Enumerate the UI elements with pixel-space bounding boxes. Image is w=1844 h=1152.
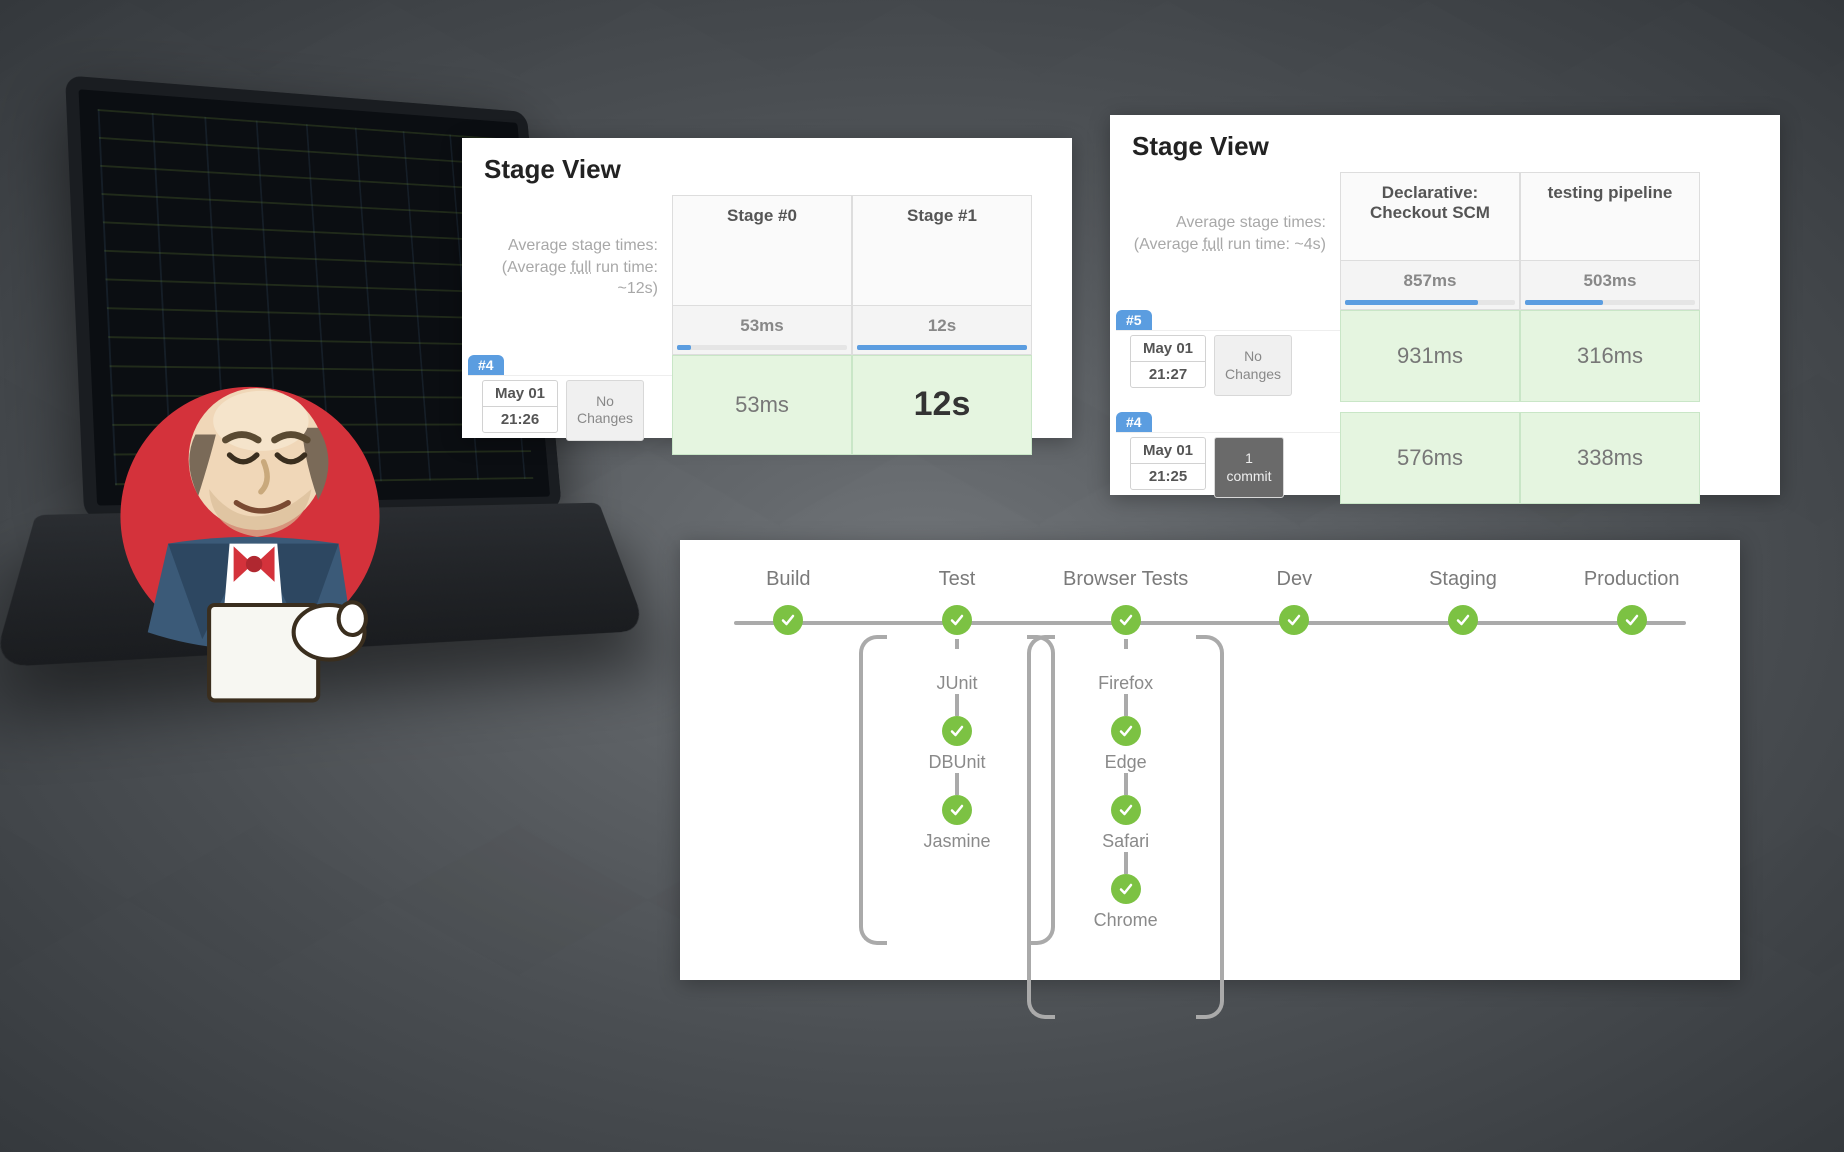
stage-column-header[interactable]: Declarative: Checkout SCM xyxy=(1340,172,1520,261)
run-row-label[interactable]: #4 May 01 21:25 1 commit xyxy=(1110,412,1340,514)
changes-box[interactable]: No Changes xyxy=(1214,335,1292,396)
substage-label[interactable]: Chrome xyxy=(1094,910,1158,931)
check-icon[interactable] xyxy=(1111,795,1141,825)
stage-column-header[interactable]: Stage #1 xyxy=(852,195,1032,306)
pipeline-subtrees: JUnit DBUnit Jasmine Firefox Edge Safari xyxy=(704,639,1716,931)
pipeline-stage-header[interactable]: Browser Tests xyxy=(1041,568,1210,605)
pipeline-stage-header[interactable]: Test xyxy=(873,568,1042,605)
pipeline-headers: Build Test Browser Tests Dev Staging Pro… xyxy=(704,568,1716,605)
check-icon[interactable] xyxy=(1448,605,1478,635)
pipeline-main-row xyxy=(704,605,1716,639)
substage-label[interactable]: DBUnit xyxy=(928,752,985,773)
avg-times-line1: Average stage times: xyxy=(1124,212,1326,234)
subtree-browser: Firefox Edge Safari Chrome xyxy=(1041,639,1210,931)
stage-view-title: Stage View xyxy=(462,138,1072,195)
pipeline-stage-header[interactable]: Production xyxy=(1547,568,1716,605)
check-icon[interactable] xyxy=(942,716,972,746)
check-icon[interactable] xyxy=(773,605,803,635)
avg-times-label: Average stage times: (Average full run t… xyxy=(462,195,672,306)
stage-avg-cell: 53ms xyxy=(672,306,852,355)
check-icon[interactable] xyxy=(1279,605,1309,635)
stage-view-title: Stage View xyxy=(1110,115,1780,172)
pipeline-panel: Build Test Browser Tests Dev Staging Pro… xyxy=(680,540,1740,980)
stage-avg-cell: 12s xyxy=(852,306,1032,355)
substage-label[interactable]: Firefox xyxy=(1098,673,1153,694)
run-row-label[interactable]: #4 May 01 21:26 No Changes xyxy=(462,355,672,457)
avg-times-line2: (Average full run time: ~4s) xyxy=(1124,234,1326,256)
build-tag[interactable]: #4 xyxy=(468,355,504,375)
check-icon[interactable] xyxy=(1111,874,1141,904)
stage-cell[interactable]: 576ms xyxy=(1340,412,1520,504)
pipeline-stage-header[interactable]: Dev xyxy=(1210,568,1379,605)
changes-box[interactable]: 1 commit xyxy=(1214,437,1284,498)
jenkins-logo xyxy=(100,350,400,710)
avg-times-line1: Average stage times: xyxy=(476,235,658,257)
pipeline-stage-header[interactable]: Staging xyxy=(1379,568,1548,605)
run-date-box: May 01 21:26 xyxy=(482,380,558,433)
stage-view-panel-2: Stage View Average stage times: (Average… xyxy=(1110,115,1780,495)
substage-label[interactable]: Safari xyxy=(1102,831,1149,852)
stage-cell[interactable]: 316ms xyxy=(1520,310,1700,402)
stage-cell[interactable]: 931ms xyxy=(1340,310,1520,402)
stage-cell[interactable]: 338ms xyxy=(1520,412,1700,504)
check-icon[interactable] xyxy=(942,605,972,635)
run-date-box: May 01 21:25 xyxy=(1130,437,1206,490)
check-icon[interactable] xyxy=(942,795,972,825)
stage-cell[interactable]: 53ms xyxy=(672,355,852,455)
stage-cell[interactable]: 12s xyxy=(852,355,1032,455)
pipeline-stage-header[interactable]: Build xyxy=(704,568,873,605)
run-row-label[interactable]: #5 May 01 21:27 No Changes xyxy=(1110,310,1340,412)
subtree-test: JUnit DBUnit Jasmine xyxy=(873,639,1042,931)
check-icon[interactable] xyxy=(1617,605,1647,635)
changes-box[interactable]: No Changes xyxy=(566,380,644,441)
build-tag[interactable]: #5 xyxy=(1116,310,1152,330)
check-icon[interactable] xyxy=(1111,605,1141,635)
stage-column-header[interactable]: testing pipeline xyxy=(1520,172,1700,261)
stage-avg-cell: 857ms xyxy=(1340,261,1520,310)
substage-label[interactable]: Jasmine xyxy=(923,831,990,852)
avg-times-label: Average stage times: (Average full run t… xyxy=(1110,172,1340,261)
stage-avg-cell: 503ms xyxy=(1520,261,1700,310)
stage-column-header[interactable]: Stage #0 xyxy=(672,195,852,306)
substage-label[interactable]: JUnit xyxy=(936,673,977,694)
substage-label[interactable]: Edge xyxy=(1105,752,1147,773)
stage-view-panel-1: Stage View Average stage times: (Average… xyxy=(462,138,1072,438)
build-tag[interactable]: #4 xyxy=(1116,412,1152,432)
run-date-box: May 01 21:27 xyxy=(1130,335,1206,388)
avg-times-line2: (Average full run time: ~12s) xyxy=(476,257,658,300)
check-icon[interactable] xyxy=(1111,716,1141,746)
